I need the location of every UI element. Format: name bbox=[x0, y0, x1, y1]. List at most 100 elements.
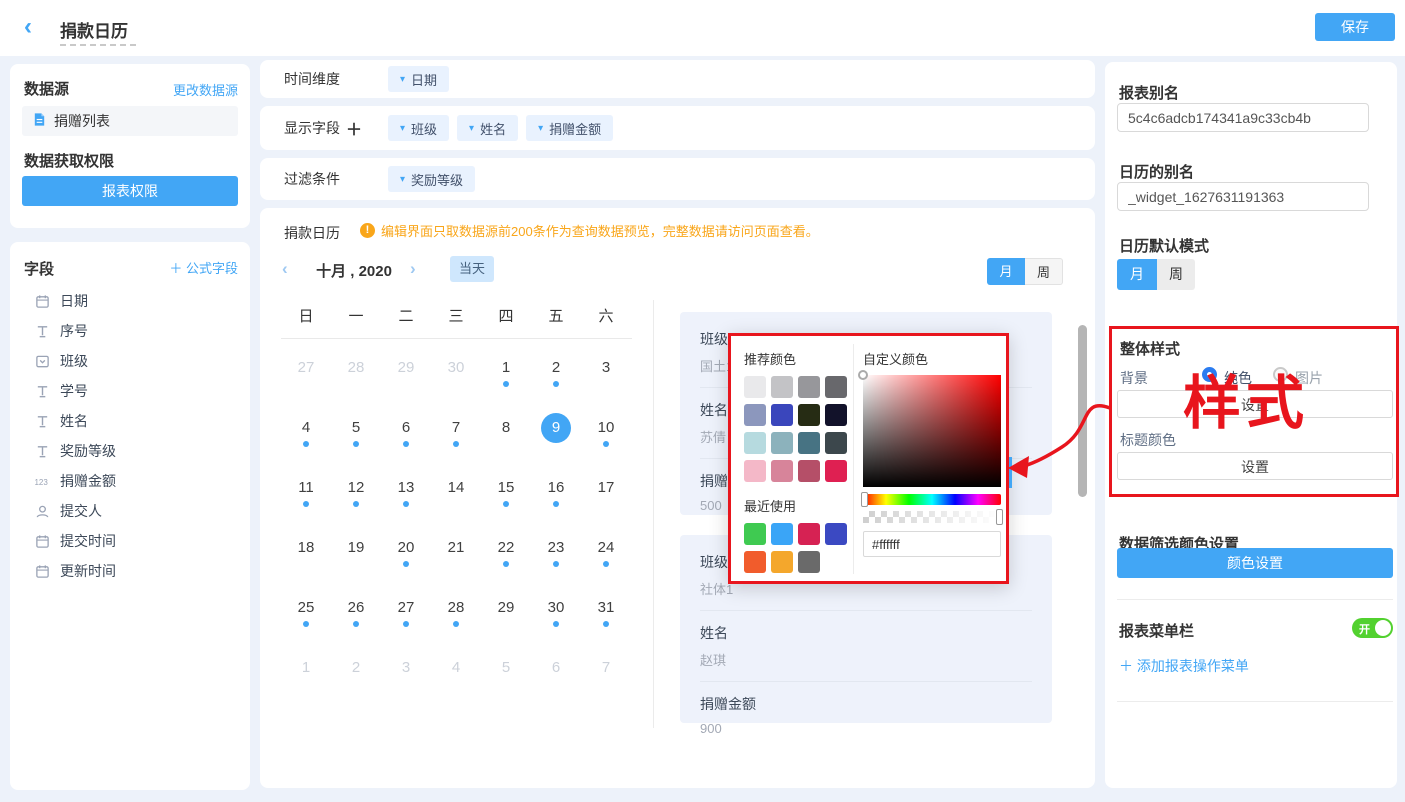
day-cell-29[interactable]: 29 bbox=[481, 583, 531, 643]
recent-swatch[interactable] bbox=[771, 551, 793, 573]
day-cell-30[interactable]: 30 bbox=[431, 343, 481, 403]
day-cell-31[interactable]: 31 bbox=[581, 583, 631, 643]
day-cell-8[interactable]: 8 bbox=[481, 403, 531, 463]
day-cell-4[interactable]: 4 bbox=[431, 643, 481, 703]
field-item-日期[interactable]: 日期 bbox=[10, 286, 250, 316]
day-cell-25[interactable]: 25 bbox=[281, 583, 331, 643]
recommended-swatch[interactable] bbox=[798, 376, 820, 398]
calendar-next-button[interactable]: › bbox=[410, 259, 416, 279]
day-cell-2[interactable]: 2 bbox=[531, 343, 581, 403]
day-cell-14[interactable]: 14 bbox=[431, 463, 481, 523]
day-cell-30[interactable]: 30 bbox=[531, 583, 581, 643]
day-cell-28[interactable]: 28 bbox=[331, 343, 381, 403]
day-cell-23[interactable]: 23 bbox=[531, 523, 581, 583]
recommended-swatch[interactable] bbox=[771, 404, 793, 426]
recommended-swatch[interactable] bbox=[744, 404, 766, 426]
field-tag-日期[interactable]: ▾日期 bbox=[388, 66, 449, 92]
recommended-swatch[interactable] bbox=[825, 460, 847, 482]
default-mode-month[interactable]: 月 bbox=[1117, 259, 1157, 290]
day-cell-22[interactable]: 22 bbox=[481, 523, 531, 583]
alpha-slider[interactable] bbox=[863, 511, 1001, 523]
field-tag-班级[interactable]: ▾班级 bbox=[388, 115, 449, 141]
alpha-slider-handle[interactable] bbox=[996, 509, 1003, 525]
save-button[interactable]: 保存 bbox=[1315, 13, 1395, 41]
calendar-alias-input[interactable] bbox=[1117, 182, 1369, 211]
day-cell-27[interactable]: 27 bbox=[281, 343, 331, 403]
preview-scrollbar-thumb[interactable] bbox=[1078, 325, 1087, 497]
day-cell-6[interactable]: 6 bbox=[381, 403, 431, 463]
add-field-button[interactable]: ＋ bbox=[346, 116, 362, 140]
field-tag-捐赠金额[interactable]: ▾捐赠金额 bbox=[526, 115, 613, 141]
hue-slider[interactable] bbox=[863, 494, 1001, 505]
datasource-item[interactable]: 捐赠列表 bbox=[22, 106, 238, 136]
default-mode-week[interactable]: 周 bbox=[1157, 259, 1195, 290]
day-cell-15[interactable]: 15 bbox=[481, 463, 531, 523]
back-button[interactable]: ‹ bbox=[24, 13, 32, 41]
title-color-set-button[interactable]: 设置 bbox=[1117, 452, 1393, 480]
day-cell-6[interactable]: 6 bbox=[531, 643, 581, 703]
recommended-swatch[interactable] bbox=[825, 376, 847, 398]
color-set-button[interactable]: 颜色设置 bbox=[1117, 548, 1393, 578]
field-item-捐赠金额[interactable]: 123捐赠金额 bbox=[10, 466, 250, 496]
add-formula-field-link[interactable]: ＋ 公式字段 bbox=[169, 258, 238, 277]
hue-slider-handle[interactable] bbox=[861, 492, 868, 507]
field-item-班级[interactable]: 班级 bbox=[10, 346, 250, 376]
day-cell-9[interactable]: 9 bbox=[531, 403, 581, 463]
day-cell-26[interactable]: 26 bbox=[331, 583, 381, 643]
day-cell-7[interactable]: 7 bbox=[431, 403, 481, 463]
field-item-奖励等级[interactable]: 奖励等级 bbox=[10, 436, 250, 466]
day-cell-3[interactable]: 3 bbox=[381, 643, 431, 703]
day-cell-29[interactable]: 29 bbox=[381, 343, 431, 403]
day-cell-7[interactable]: 7 bbox=[581, 643, 631, 703]
day-cell-1[interactable]: 1 bbox=[481, 343, 531, 403]
day-cell-12[interactable]: 12 bbox=[331, 463, 381, 523]
field-item-序号[interactable]: 序号 bbox=[10, 316, 250, 346]
field-tag-姓名[interactable]: ▾姓名 bbox=[457, 115, 518, 141]
background-set-button[interactable]: 设置 bbox=[1117, 390, 1393, 418]
day-cell-4[interactable]: 4 bbox=[281, 403, 331, 463]
calendar-prev-button[interactable]: ‹ bbox=[282, 259, 288, 279]
report-permission-button[interactable]: 报表权限 bbox=[22, 176, 238, 206]
day-cell-24[interactable]: 24 bbox=[581, 523, 631, 583]
recent-swatch[interactable] bbox=[771, 523, 793, 545]
recommended-swatch[interactable] bbox=[744, 432, 766, 454]
bg-image-label[interactable]: 图片 bbox=[1295, 368, 1323, 388]
day-cell-21[interactable]: 21 bbox=[431, 523, 481, 583]
day-cell-11[interactable]: 11 bbox=[281, 463, 331, 523]
recommended-swatch[interactable] bbox=[771, 376, 793, 398]
bg-image-radio[interactable] bbox=[1273, 367, 1288, 382]
recent-swatch[interactable] bbox=[744, 551, 766, 573]
today-button[interactable]: 当天 bbox=[450, 256, 494, 282]
day-cell-2[interactable]: 2 bbox=[331, 643, 381, 703]
recommended-swatch[interactable] bbox=[798, 432, 820, 454]
field-item-提交人[interactable]: 提交人 bbox=[10, 496, 250, 526]
bg-solid-radio[interactable] bbox=[1202, 367, 1217, 382]
recent-swatch[interactable] bbox=[744, 523, 766, 545]
recommended-swatch[interactable] bbox=[798, 460, 820, 482]
day-cell-16[interactable]: 16 bbox=[531, 463, 581, 523]
sv-cursor[interactable] bbox=[858, 370, 868, 380]
field-item-学号[interactable]: 学号 bbox=[10, 376, 250, 406]
day-cell-20[interactable]: 20 bbox=[381, 523, 431, 583]
day-cell-13[interactable]: 13 bbox=[381, 463, 431, 523]
saturation-value-area[interactable] bbox=[863, 375, 1001, 487]
change-datasource-link[interactable]: 更改数据源 bbox=[173, 80, 238, 99]
day-cell-27[interactable]: 27 bbox=[381, 583, 431, 643]
day-cell-19[interactable]: 19 bbox=[331, 523, 381, 583]
field-tag-奖励等级[interactable]: ▾奖励等级 bbox=[388, 166, 475, 192]
recent-swatch[interactable] bbox=[798, 551, 820, 573]
recent-swatch[interactable] bbox=[825, 523, 847, 545]
day-cell-28[interactable]: 28 bbox=[431, 583, 481, 643]
recommended-swatch[interactable] bbox=[744, 460, 766, 482]
bg-solid-label[interactable]: 纯色 bbox=[1224, 368, 1252, 388]
field-item-姓名[interactable]: 姓名 bbox=[10, 406, 250, 436]
report-alias-input[interactable] bbox=[1117, 103, 1369, 132]
picker-scrollbar-thumb[interactable] bbox=[1009, 457, 1012, 488]
calendar-mode-week[interactable]: 周 bbox=[1025, 258, 1063, 285]
field-item-更新时间[interactable]: 更新时间 bbox=[10, 556, 250, 586]
recommended-swatch[interactable] bbox=[825, 404, 847, 426]
day-cell-5[interactable]: 5 bbox=[481, 643, 531, 703]
recommended-swatch[interactable] bbox=[798, 404, 820, 426]
recent-swatch[interactable] bbox=[798, 523, 820, 545]
hex-color-input[interactable] bbox=[863, 531, 1001, 557]
